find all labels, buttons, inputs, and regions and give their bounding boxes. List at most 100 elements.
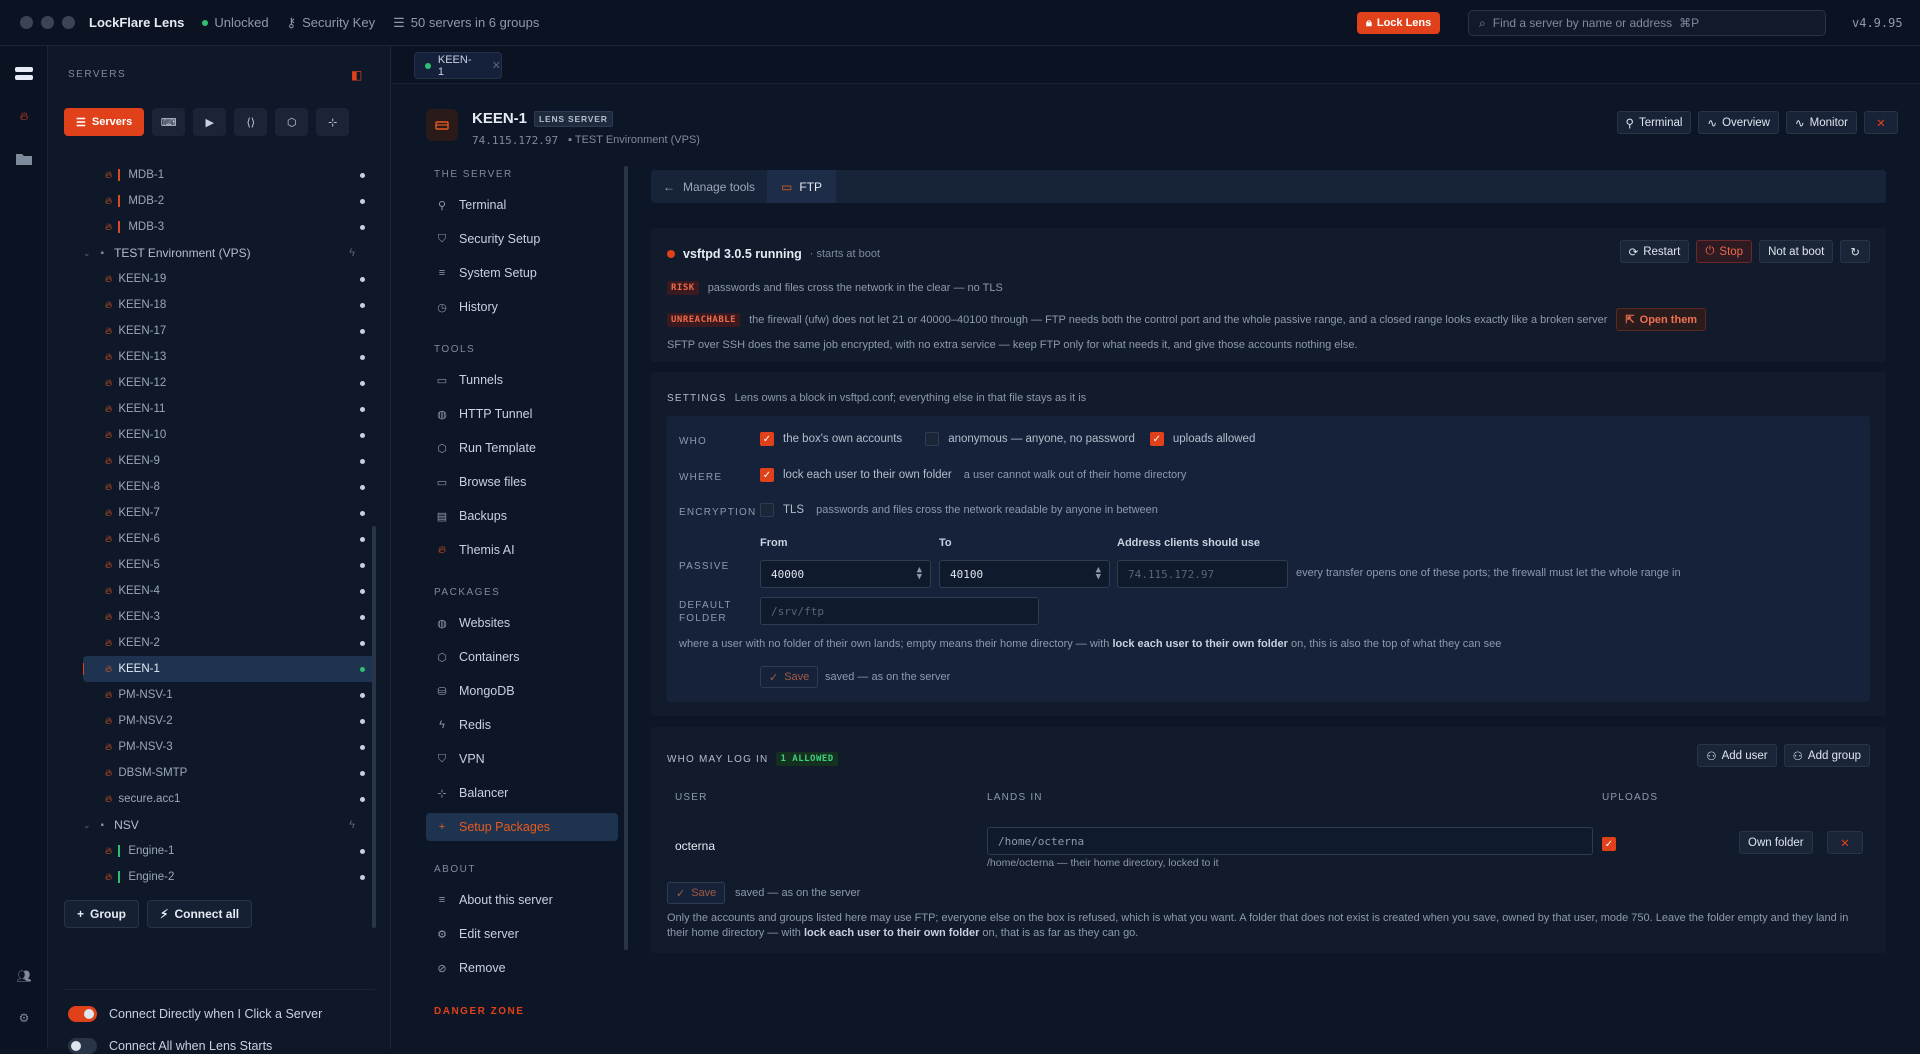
- tls-checkbox[interactable]: [760, 503, 774, 517]
- subnav-mongodb[interactable]: ⛁ MongoDB: [426, 677, 618, 705]
- subnav-about-server[interactable]: ≡ About this server: [426, 886, 618, 914]
- security-key-status[interactable]: ⚷ Security Key: [287, 15, 376, 31]
- server-tree-item[interactable]: 🔥︎ KEEN-13: [83, 344, 375, 370]
- chevron-down-icon[interactable]: ⌄: [83, 820, 91, 831]
- server-tree-item[interactable]: 🔥︎ Engine-1: [83, 838, 375, 864]
- passive-to-input[interactable]: 40100 ▲ ▼: [939, 560, 1110, 588]
- server-tree-item[interactable]: 🔥︎ PM-NSV-1: [83, 682, 375, 708]
- bolt-icon[interactable]: ϟ: [349, 247, 355, 259]
- subnav-remove[interactable]: ⊘ Remove: [426, 954, 618, 982]
- refresh-button[interactable]: ↻: [1840, 240, 1870, 263]
- tab-package-icon[interactable]: ⬡: [275, 108, 309, 136]
- subnav-websites[interactable]: ◍ Websites: [426, 609, 618, 637]
- stepper-icon[interactable]: ▲ ▼: [1096, 566, 1101, 582]
- servers-rail-icon[interactable]: [14, 64, 34, 84]
- connect-directly-toggle[interactable]: [68, 1006, 97, 1022]
- server-group[interactable]: ⌄ ▪ NSV ϟ: [83, 812, 375, 838]
- user-uploads-checkbox[interactable]: ✓: [1602, 837, 1616, 851]
- monitor-button[interactable]: ∿ Monitor: [1786, 111, 1857, 134]
- tab-servers[interactable]: ☰ Servers: [64, 108, 145, 136]
- server-tree-item[interactable]: 🔥︎ KEEN-4: [83, 578, 375, 604]
- client-address-input[interactable]: 74.115.172.97: [1117, 560, 1288, 588]
- users-save-button[interactable]: ✓ Save: [667, 882, 726, 904]
- connect-all-start-toggle[interactable]: [68, 1038, 97, 1054]
- not-at-boot-button[interactable]: Not at boot: [1759, 240, 1834, 263]
- server-tree-item[interactable]: 🔥︎ KEEN-18: [83, 292, 375, 318]
- tab-keen-1[interactable]: KEEN-1 ✕: [414, 52, 502, 79]
- subnav-themis-ai[interactable]: 🔥︎ Themis AI: [426, 536, 618, 564]
- server-tree-item[interactable]: 🔥︎ KEEN-2: [83, 630, 375, 656]
- settings-save-button[interactable]: ✓ Save: [760, 666, 819, 688]
- subnav-run-template[interactable]: ⬡ Run Template: [426, 434, 618, 462]
- server-tree-item[interactable]: 🔥︎ KEEN-1: [83, 656, 375, 682]
- server-group[interactable]: ⌄ ▪ TEST Environment (VPS) ϟ: [83, 240, 375, 266]
- tab-network-icon[interactable]: ⊹: [316, 108, 350, 136]
- server-tree-item[interactable]: 🔥︎ PM-NSV-2: [83, 708, 375, 734]
- server-tree-item[interactable]: 🔥︎ KEEN-17: [83, 318, 375, 344]
- server-tree-item[interactable]: 🔥︎ KEEN-7: [83, 500, 375, 526]
- subnav-vpn[interactable]: ⛉ VPN: [426, 745, 618, 773]
- subnav-balancer[interactable]: ⊹ Balancer: [426, 779, 618, 807]
- disconnect-button[interactable]: ✕: [1864, 111, 1898, 134]
- subnav-setup-packages[interactable]: + Setup Packages: [426, 813, 618, 841]
- server-tree-item[interactable]: 🔥︎ KEEN-9: [83, 448, 375, 474]
- subnav-browse-files[interactable]: ▭ Browse files: [426, 468, 618, 496]
- server-tree-item[interactable]: 🔥︎ PM-NSV-3: [83, 734, 375, 760]
- remove-user-button[interactable]: ✕: [1827, 831, 1863, 854]
- subnav-history[interactable]: ◷ History: [426, 293, 618, 321]
- server-tree-item[interactable]: 🔥︎ Engine-2: [83, 864, 375, 890]
- minimize-window-button[interactable]: [41, 16, 54, 29]
- subnav-terminal[interactable]: ⚲ Terminal: [426, 191, 618, 219]
- server-tree-item[interactable]: 🔥︎ KEEN-6: [83, 526, 375, 552]
- close-tab-icon[interactable]: ✕: [492, 59, 501, 72]
- anonymous-checkbox[interactable]: [925, 432, 940, 446]
- own-folder-button[interactable]: Own folder: [1739, 831, 1813, 854]
- server-tree-item[interactable]: 🔥︎ KEEN-5: [83, 552, 375, 578]
- add-group-button[interactable]: + Group: [64, 900, 140, 928]
- default-folder-input[interactable]: /srv/ftp: [760, 597, 1039, 625]
- subnav-edit-server[interactable]: ⚙ Edit server: [426, 920, 618, 948]
- stepper-icon[interactable]: ▲ ▼: [917, 566, 922, 582]
- subnav-http-tunnel[interactable]: ◍ HTTP Tunnel: [426, 400, 618, 428]
- lock-lens-button[interactable]: 🔒︎ Lock Lens: [1357, 12, 1441, 34]
- lock-user-checkbox[interactable]: ✓: [760, 468, 774, 482]
- flame-rail-icon[interactable]: 🔥︎: [14, 106, 34, 126]
- subnav-tunnels[interactable]: ▭ Tunnels: [426, 366, 618, 394]
- server-tree-item[interactable]: 🔥︎ KEEN-12: [83, 370, 375, 396]
- subnav-backups[interactable]: ▤ Backups: [426, 502, 618, 530]
- subnav-redis[interactable]: ϟ Redis: [426, 711, 618, 739]
- server-tree-item[interactable]: 🔥︎ secure.acc1: [83, 786, 375, 812]
- server-tree-item[interactable]: 🔥︎ DBSM-SMTP: [83, 760, 375, 786]
- bolt-icon[interactable]: ϟ: [349, 819, 355, 831]
- server-tree-item[interactable]: 🔥︎ KEEN-3: [83, 604, 375, 630]
- uploads-checkbox[interactable]: ✓: [1149, 432, 1164, 446]
- restart-button[interactable]: ⟳ Restart: [1619, 240, 1690, 263]
- close-window-button[interactable]: [20, 16, 33, 29]
- passive-from-input[interactable]: 40000 ▲ ▼: [760, 560, 931, 588]
- chevron-down-icon[interactable]: ⌄: [83, 248, 91, 259]
- open-ports-button[interactable]: ⇱ Open them: [1616, 308, 1707, 331]
- server-search-input[interactable]: ⌕ Find a server by name or address ⌘P: [1468, 10, 1826, 36]
- sidebar-scrollbar[interactable]: [372, 526, 376, 928]
- subnav-scrollbar[interactable]: [624, 166, 628, 950]
- connect-all-button[interactable]: ⚡︎ Connect all: [147, 900, 253, 928]
- add-user-button[interactable]: ⚇ Add user: [1697, 744, 1777, 767]
- server-tree-item[interactable]: 🔥︎ KEEN-19: [83, 266, 375, 292]
- tab-play-icon[interactable]: ▶: [193, 108, 227, 136]
- subnav-containers[interactable]: ⬡ Containers: [426, 643, 618, 671]
- terminal-button[interactable]: ⚲ Terminal: [1616, 111, 1692, 134]
- server-tree-item[interactable]: 🔥︎ KEEN-8: [83, 474, 375, 500]
- own-accounts-checkbox[interactable]: ✓: [760, 432, 774, 446]
- tab-code-icon[interactable]: ⟨⟩: [234, 108, 268, 136]
- subnav-security-setup[interactable]: ⛉ Security Setup: [426, 225, 618, 253]
- add-group-button[interactable]: ⚇ Add group: [1783, 744, 1870, 767]
- stop-button[interactable]: ⏻ Stop: [1696, 240, 1753, 263]
- users-rail-icon[interactable]: 👥︎: [14, 966, 34, 986]
- server-tree-item[interactable]: 🔥︎ MDB-2: [83, 188, 375, 214]
- folder-rail-icon[interactable]: [14, 148, 34, 168]
- server-tree-item[interactable]: 🔥︎ KEEN-11: [83, 396, 375, 422]
- maximize-window-button[interactable]: [62, 16, 75, 29]
- gear-icon[interactable]: ⚙: [14, 1008, 34, 1028]
- back-to-manage-tools[interactable]: ← Manage tools: [651, 180, 767, 194]
- subnav-system-setup[interactable]: ≡ System Setup: [426, 259, 618, 287]
